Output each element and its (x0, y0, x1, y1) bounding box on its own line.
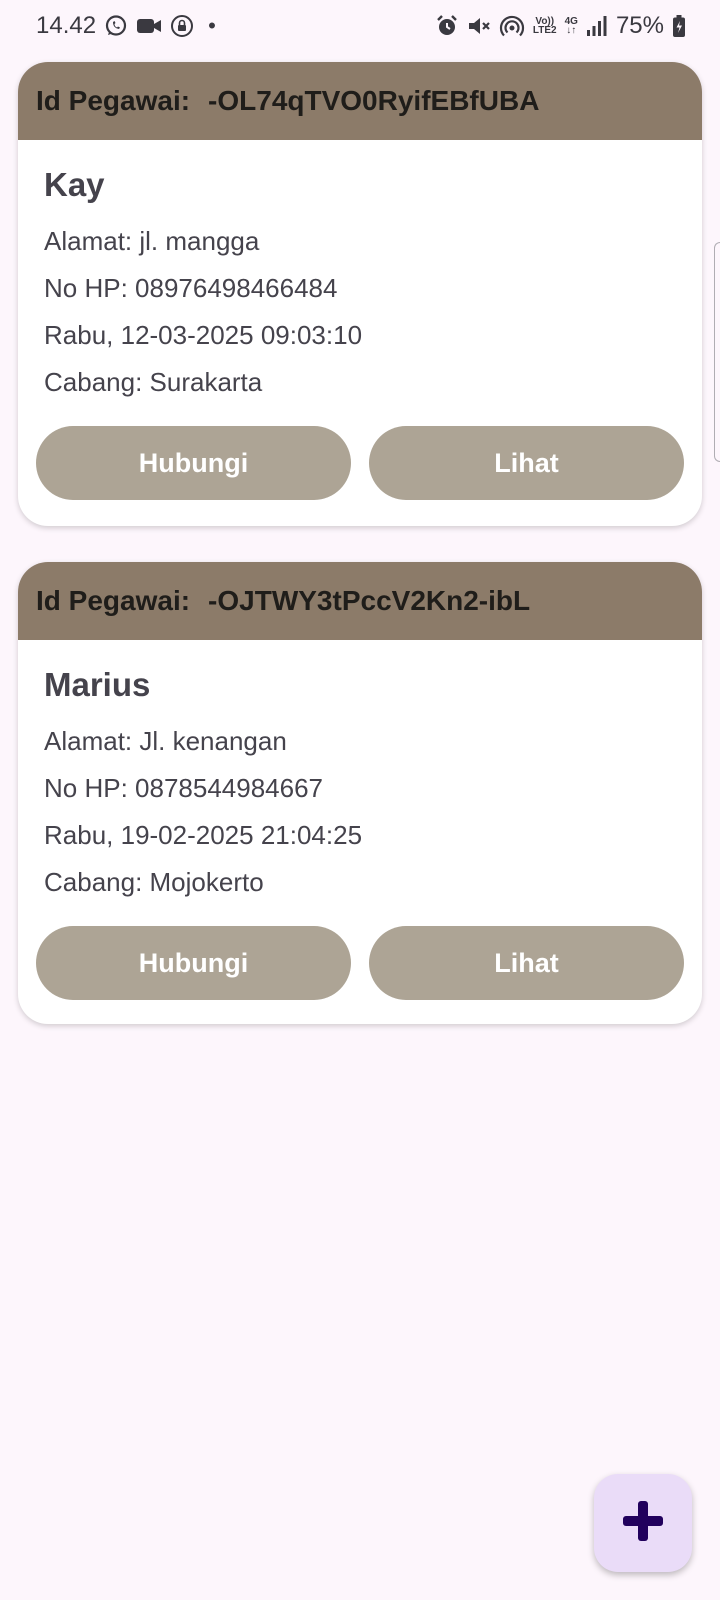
employee-datetime: Rabu, 12-03-2025 09:03:10 (44, 320, 363, 350)
employee-branch: Cabang: Surakarta (44, 367, 263, 397)
card-body: Kay Alamat: jl. mangga No HP: 0897649846… (18, 140, 702, 406)
employee-address: Alamat: Jl. kenangan (44, 726, 287, 756)
mute-icon (467, 14, 491, 38)
employee-id: -OJTWY3tPccV2Kn2-ibL (208, 585, 531, 616)
card-body: Marius Alamat: Jl. kenangan No HP: 08785… (18, 640, 702, 906)
battery-percent: 75% (615, 12, 664, 39)
status-bar: 14.42 • Vo)) LTE2 4G ↓↑ 75% (0, 0, 720, 52)
employee-branch: Cabang: Mojokerto (44, 867, 264, 897)
plus-icon (621, 1499, 665, 1548)
notification-dot: • (208, 13, 216, 38)
4g-icon: 4G ↓↑ (564, 16, 578, 36)
card-header: Id Pegawai: -OL74qTVO0RyifEBfUBA (18, 62, 702, 140)
add-employee-fab[interactable] (594, 1474, 692, 1572)
employee-card: Id Pegawai: -OL74qTVO0RyifEBfUBA Kay Ala… (18, 62, 702, 526)
signal-icon (586, 15, 608, 37)
clock: 14.42 (36, 12, 97, 39)
employee-id-label: Id Pegawai: (36, 85, 191, 116)
employee-name: Kay (44, 166, 105, 203)
alarm-icon (435, 14, 459, 38)
employee-address: Alamat: jl. mangga (44, 226, 260, 256)
hotspot-icon (499, 14, 525, 38)
contact-button[interactable]: Hubungi (36, 426, 351, 500)
volte-line-2: LTE2 (532, 25, 557, 36)
whatsapp-icon (104, 14, 128, 38)
card-header: Id Pegawai: -OJTWY3tPccV2Kn2-ibL (18, 562, 702, 640)
contact-button[interactable]: Hubungi (36, 926, 351, 1000)
employee-name: Marius (44, 666, 151, 703)
card-actions: Hubungi Lihat (36, 926, 684, 1000)
employee-phone: No HP: 08976498466484 (44, 273, 338, 303)
employee-id-label: Id Pegawai: (36, 585, 191, 616)
card-actions: Hubungi Lihat (36, 426, 684, 500)
scroll-edge-handle[interactable] (714, 242, 720, 462)
battery-charging-icon (672, 14, 686, 38)
video-camera-icon (136, 16, 162, 36)
status-bar-right: Vo)) LTE2 4G ↓↑ 75% (435, 12, 686, 40)
volte-icon: Vo)) LTE2 (532, 17, 557, 36)
employee-datetime: Rabu, 19-02-2025 21:04:25 (44, 820, 363, 850)
employee-phone: No HP: 0878544984667 (44, 773, 324, 803)
employee-id: -OL74qTVO0RyifEBfUBA (208, 85, 540, 116)
employee-card: Id Pegawai: -OJTWY3tPccV2Kn2-ibL Marius … (18, 562, 702, 1024)
status-bar-left: 14.42 • (36, 12, 216, 40)
network-type-label: 4G (564, 16, 578, 27)
view-button[interactable]: Lihat (369, 926, 684, 1000)
lock-circle-icon (170, 14, 194, 38)
view-button[interactable]: Lihat (369, 426, 684, 500)
